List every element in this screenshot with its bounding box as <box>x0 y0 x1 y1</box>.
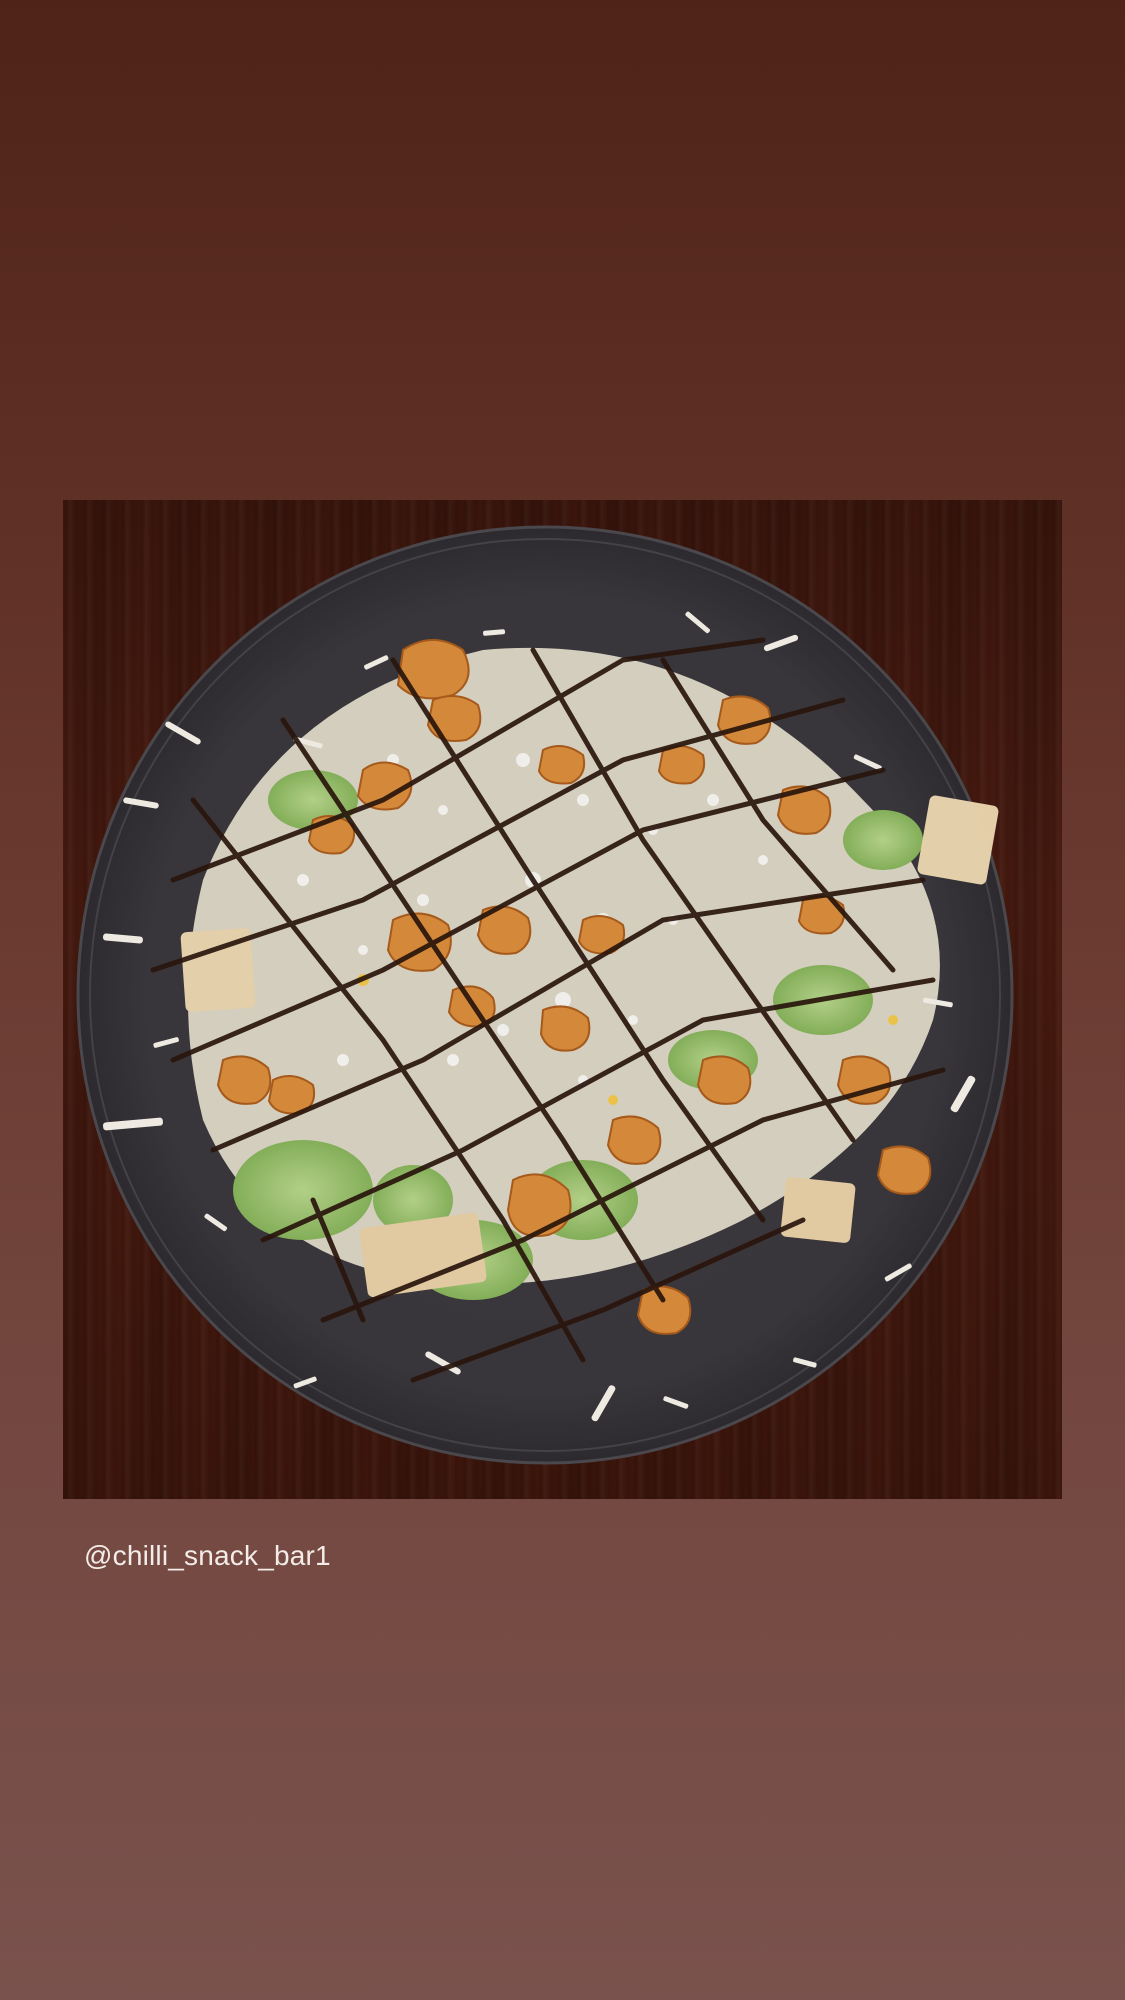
user-mention-sticker[interactable]: @chilli_snack_bar1 <box>84 1538 331 1574</box>
story-screen: @chilli_snack_bar1 <box>0 0 1125 2000</box>
food-photo[interactable] <box>63 500 1062 1499</box>
salad-plate-image <box>76 525 1014 1465</box>
